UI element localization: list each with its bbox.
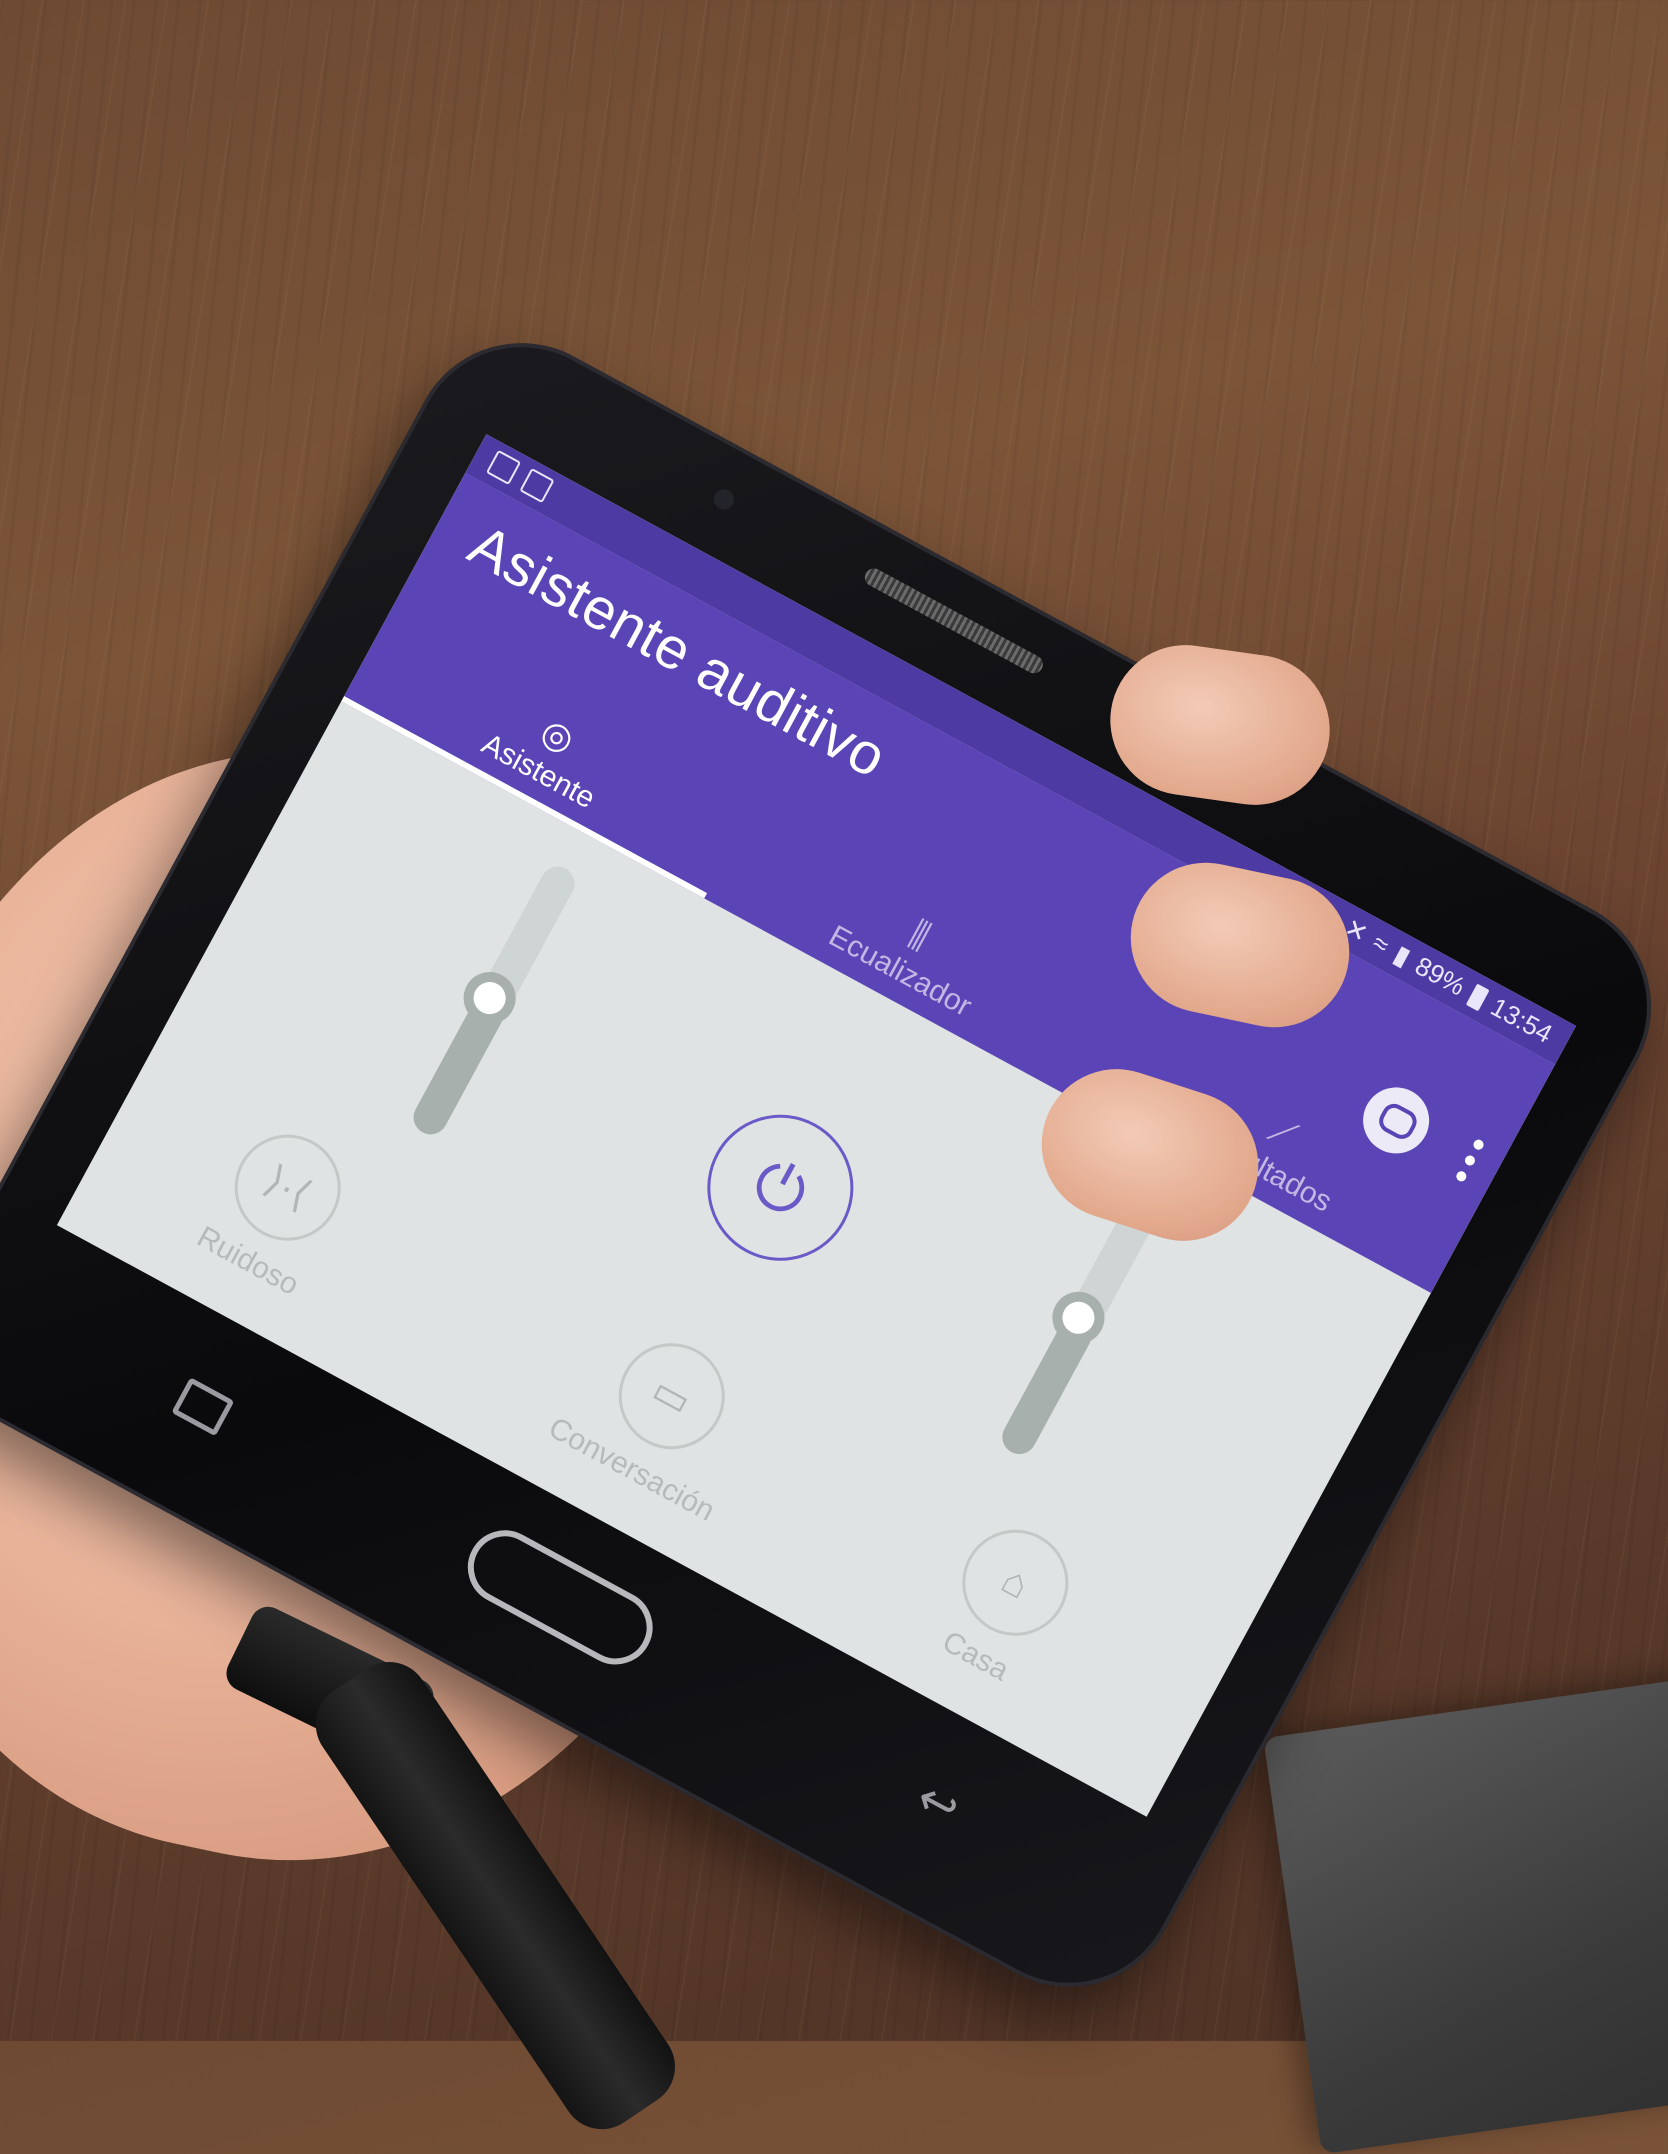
power-button[interactable]: ⏻ (681, 1088, 880, 1287)
more-vert-icon[interactable] (1454, 1137, 1486, 1184)
mode-casa[interactable]: ⌂ Casa (921, 1510, 1088, 1697)
image-notification-icon (485, 449, 522, 486)
mode-ruidoso[interactable]: ⟩·⟨ Ruidoso (191, 1115, 361, 1303)
left-volume-slider[interactable] (407, 860, 581, 1141)
trend-icon: ⟋ (1262, 1108, 1304, 1157)
battery-icon (1465, 983, 1490, 1011)
recent-apps-key[interactable] (171, 1377, 235, 1437)
signal-icon: ▮ (1388, 938, 1416, 972)
notebook (1263, 1665, 1668, 2154)
equalizer-icon: ⫼ (902, 913, 937, 958)
target-icon: ◎ (534, 709, 582, 761)
flag-notification-icon (519, 467, 555, 504)
wifi-icon: ≈ (1367, 927, 1395, 961)
mode-conversacion[interactable]: ▭ Conversación (543, 1306, 778, 1529)
back-key[interactable]: ↩ (907, 1769, 969, 1837)
power-icon: ⏻ (741, 1143, 821, 1232)
